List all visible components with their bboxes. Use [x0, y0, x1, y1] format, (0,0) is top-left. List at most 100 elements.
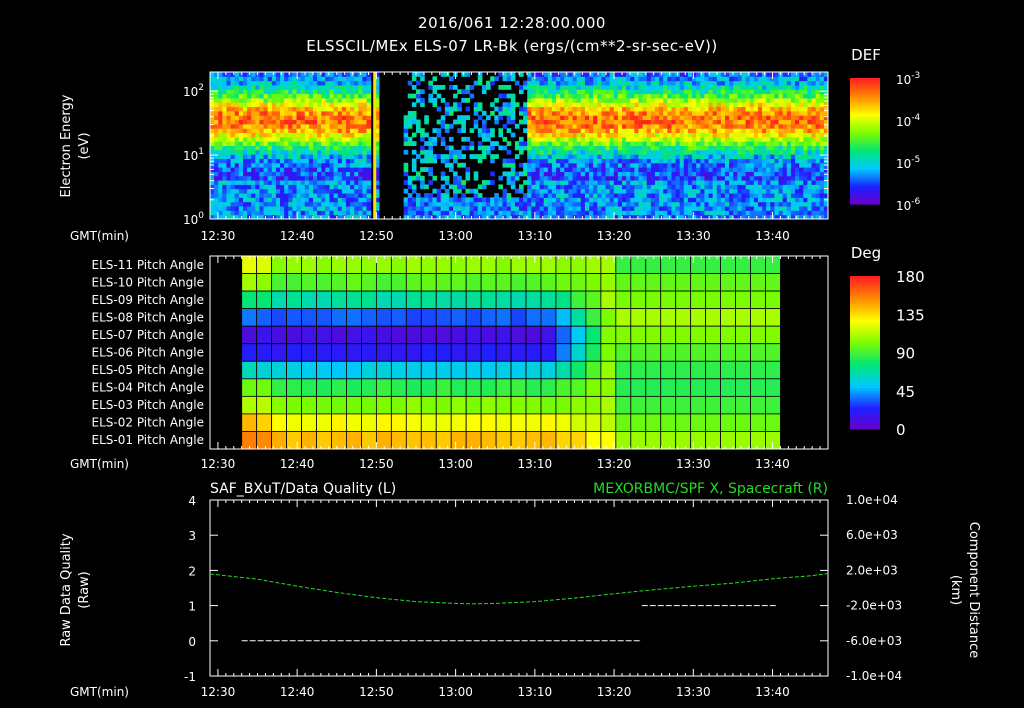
spectrogram-cell — [803, 184, 808, 190]
spectrogram-cell — [663, 197, 668, 203]
spectrogram-cell — [770, 89, 775, 95]
spectrogram-cell — [601, 162, 607, 168]
spectrogram-cell — [304, 84, 310, 90]
spectrogram-cell — [745, 158, 751, 164]
spectrogram-cell — [601, 149, 607, 155]
spectrogram-cell — [300, 180, 306, 185]
spectrogram-cell — [671, 197, 677, 203]
spectrogram-cell — [477, 197, 483, 203]
spectrogram-cell — [292, 123, 298, 129]
spectrogram-cell — [659, 132, 664, 138]
spectrogram-cell — [444, 110, 450, 116]
spectrogram-cell — [753, 72, 759, 77]
spectrogram-cell — [263, 188, 269, 194]
spectrogram-cell — [630, 193, 635, 198]
spectrogram-cell — [362, 106, 368, 112]
spectrogram-cell — [238, 154, 244, 159]
pitch-angle-cell — [361, 395, 377, 415]
spectrogram-cell — [210, 136, 215, 142]
spectrogram-cell — [613, 180, 619, 185]
spectrogram-cell — [749, 84, 755, 90]
spectrogram-cell — [720, 93, 726, 99]
spectrogram-cell — [292, 115, 298, 121]
spectrogram-cell — [473, 210, 479, 216]
spectrogram-cell — [708, 184, 714, 190]
spectrogram-cell — [617, 132, 623, 138]
spectrogram-cell — [461, 128, 466, 134]
spectrogram-cell — [580, 197, 586, 203]
spectrogram-cell — [700, 102, 705, 108]
spectrogram-cell — [708, 106, 714, 112]
spectrogram-cell — [424, 154, 429, 159]
pitch-angle-cell — [645, 325, 662, 345]
pitch-angle-cell — [480, 395, 497, 415]
spectrogram-cell — [807, 154, 813, 159]
spectrogram-cell — [490, 201, 495, 207]
spectrogram-cell — [692, 206, 697, 211]
pitch-angle-cell — [525, 360, 542, 380]
spectrogram-cell — [700, 80, 705, 86]
spectrogram-cell — [271, 167, 277, 172]
spectrogram-cell — [210, 132, 215, 138]
spectrogram-cell — [407, 110, 413, 116]
spectrogram-cell — [757, 106, 763, 112]
spectrogram-cell — [757, 154, 763, 159]
spectrogram-cell — [782, 158, 788, 164]
spectrogram-cell — [819, 188, 825, 194]
spectrogram-cell — [692, 136, 697, 142]
spectrogram-cell — [551, 162, 557, 168]
pitch-angle-cell — [375, 413, 392, 432]
spectrogram-cell — [267, 141, 273, 146]
spectrogram-cell — [234, 102, 240, 108]
spectrogram-cell — [700, 132, 705, 138]
spectrogram-cell — [642, 110, 648, 116]
spectrogram-cell — [696, 141, 701, 146]
spectrogram-cell — [358, 132, 363, 138]
spectrogram-cell — [654, 206, 660, 211]
spectrogram-cell — [308, 106, 314, 112]
spectrogram-cell — [251, 72, 256, 77]
spectrogram-cell — [749, 184, 755, 190]
spectrogram-cell — [308, 180, 314, 185]
spectrogram-cell — [745, 84, 751, 90]
spectrogram-cell — [242, 76, 248, 82]
spectrogram-cell — [609, 197, 615, 203]
spectrogram-cell — [654, 180, 660, 185]
pitch-angle-cell — [540, 308, 557, 327]
spectrogram-cell — [329, 158, 335, 164]
spectrogram-cell — [576, 72, 582, 77]
spectrogram-cell — [251, 136, 256, 142]
spectrogram-cell — [675, 93, 681, 99]
spectrogram-cell — [630, 84, 635, 90]
spectrogram-cell — [671, 93, 677, 99]
spectrogram-cell — [481, 154, 487, 159]
spectrogram-cell — [288, 184, 293, 190]
spectrogram-cell — [617, 84, 623, 90]
spectrogram-cell — [255, 175, 260, 181]
spectrogram-cell — [757, 201, 763, 207]
spectrogram-cell — [535, 206, 541, 211]
spectrogram-cell — [547, 210, 553, 216]
spectrogram-cell — [790, 188, 796, 194]
pitch-angle-cell — [405, 308, 422, 327]
spectrogram-cell — [222, 84, 227, 90]
pitch-angle-cell — [241, 325, 258, 345]
spectrogram-cell — [729, 76, 734, 82]
spectrogram-cell — [230, 110, 236, 116]
spectrogram-cell — [494, 76, 499, 82]
spectrogram-cell — [341, 97, 347, 103]
spectrogram-cell — [762, 136, 767, 142]
pitch-angle-cell — [271, 325, 287, 345]
spectrogram-cell — [795, 158, 800, 164]
spectrogram-cell — [304, 171, 310, 177]
spectrogram-cell — [638, 158, 644, 164]
spectrogram-cell — [436, 132, 442, 138]
spectrogram-cell — [407, 93, 413, 99]
spectrogram-cell — [675, 206, 681, 211]
spectrogram-cell — [584, 102, 590, 108]
spectrogram-cell — [556, 89, 561, 95]
spectrogram-cell — [420, 145, 425, 151]
spectrogram-cell — [247, 171, 252, 177]
spectrogram-cell — [255, 158, 260, 164]
spectrogram-cell — [329, 119, 335, 125]
